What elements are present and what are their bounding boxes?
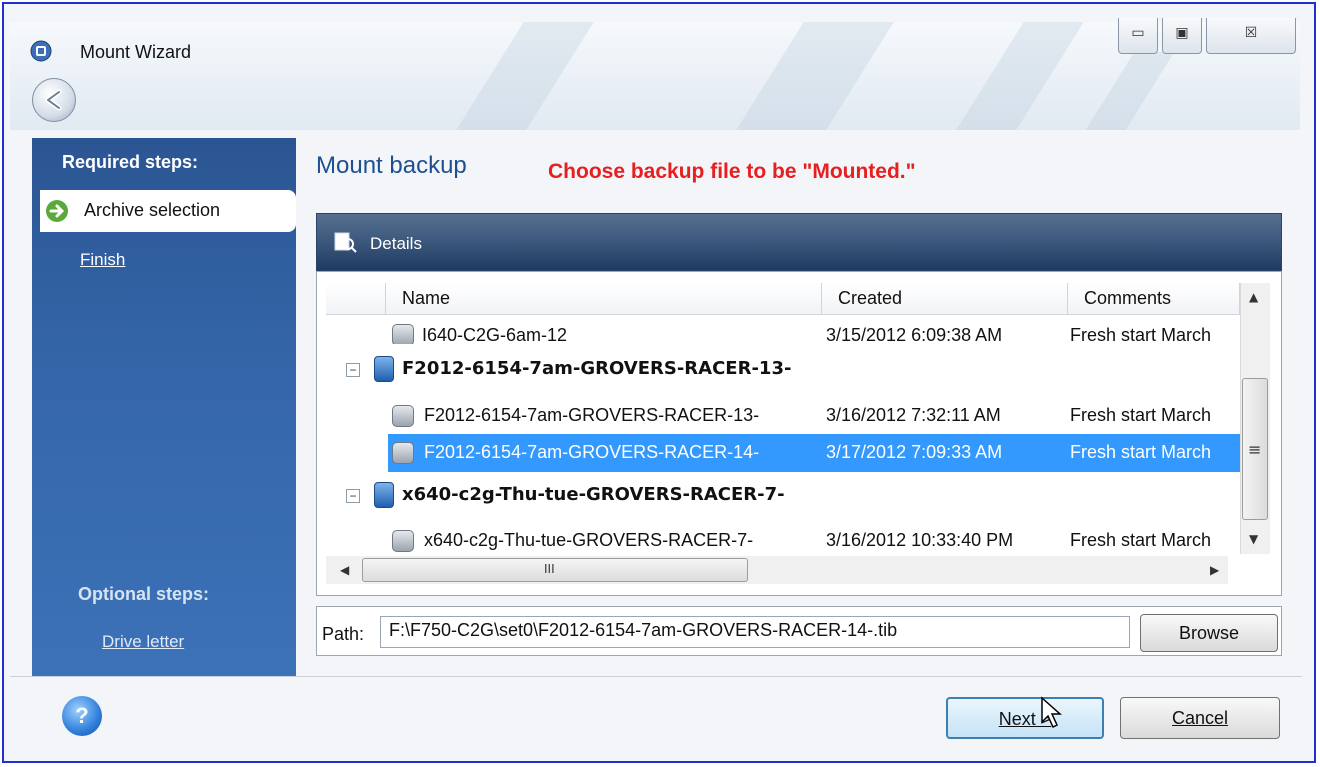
horizontal-scroll-thumb[interactable] — [362, 558, 748, 582]
backup-file-icon — [392, 405, 414, 427]
column-header-comments[interactable]: Comments — [1068, 283, 1240, 315]
title-bar — [10, 22, 1300, 130]
table-row[interactable]: F2012-6154-7am-GROVERS-RACER-13- 3/16/20… — [326, 398, 1240, 434]
row-comment: Fresh start March — [1070, 405, 1212, 425]
backup-file-icon — [392, 530, 414, 552]
row-created: 3/15/2012 6:09:38 AM — [826, 325, 1003, 344]
close-button[interactable]: ☒ — [1206, 18, 1296, 54]
cancel-button-label: Cancel — [1171, 708, 1229, 728]
scroll-grip-icon: III — [544, 562, 555, 576]
details-header-bar[interactable] — [316, 213, 1282, 271]
app-icon — [30, 40, 52, 62]
row-name: I640-C2G-6am-12 — [422, 325, 568, 344]
column-header-label: Created — [838, 288, 903, 308]
row-name: x640-c2g-Thu-tue-GROVERS-RACER-7- — [424, 530, 754, 550]
cancel-button[interactable]: Cancel — [1120, 697, 1280, 739]
footer-divider — [10, 676, 1302, 677]
row-name: F2012-6154-7am-GROVERS-RACER-13- — [424, 405, 760, 425]
close-icon: ☒ — [1244, 25, 1258, 41]
row-created: 3/16/2012 10:33:40 PM — [826, 530, 1014, 550]
row-created: 3/17/2012 7:09:33 AM — [826, 442, 1003, 462]
column-header-label: Comments — [1084, 288, 1172, 308]
path-input[interactable]: F:\F750-C2G\set0\F2012-6154-7am-GROVERS-… — [380, 616, 1130, 648]
path-label: Path: — [322, 624, 365, 644]
details-label: Details — [370, 234, 422, 253]
back-button[interactable] — [32, 78, 76, 122]
minimize-icon: ▭ — [1131, 25, 1145, 41]
collapse-icon[interactable]: − — [346, 363, 360, 377]
scroll-left-icon[interactable]: ◀ — [340, 563, 349, 577]
row-comment: Fresh start March — [1070, 530, 1212, 550]
title-decoration — [736, 22, 894, 130]
required-steps-header: Required steps: — [62, 152, 199, 172]
backup-file-icon — [392, 442, 414, 464]
page-title: Mount backup — [316, 152, 467, 179]
scroll-right-icon[interactable]: ▶ — [1210, 563, 1219, 577]
column-header-created[interactable]: Created — [822, 283, 1068, 315]
table-row[interactable]: x640-c2g-Thu-tue-GROVERS-RACER-7- 3/16/2… — [326, 524, 1240, 556]
back-arrow-icon — [45, 89, 62, 111]
table-row-group[interactable]: − F2012-6154-7am-GROVERS-RACER-13- — [326, 350, 1240, 388]
maximize-icon: ▣ — [1175, 25, 1189, 41]
table-row[interactable]: I640-C2G-6am-12 3/15/2012 6:09:38 AM Fre… — [326, 316, 1240, 344]
backup-file-icon — [392, 324, 414, 344]
maximize-button[interactable]: ▣ — [1162, 18, 1202, 54]
row-created: 3/16/2012 7:32:11 AM — [826, 405, 1001, 425]
optional-steps-header: Optional steps: — [78, 584, 210, 604]
mouse-cursor-icon — [1041, 696, 1062, 729]
row-comment: Fresh start March — [1070, 442, 1212, 462]
sidebar-item-finish[interactable]: Finish — [80, 250, 125, 270]
details-icon — [334, 232, 357, 253]
column-header-spacer — [326, 283, 386, 315]
table-row-group[interactable]: − x640-c2g-Thu-tue-GROVERS-RACER-7- — [326, 476, 1240, 514]
window-title: Mount Wizard — [80, 42, 192, 62]
row-name: F2012-6154-7am-GROVERS-RACER-14- — [424, 442, 760, 462]
browse-button[interactable]: Browse — [1140, 614, 1278, 652]
title-decoration — [1085, 52, 1175, 130]
next-button[interactable]: Next > — [946, 697, 1104, 739]
archive-icon — [374, 482, 394, 508]
column-header-label: Name — [402, 288, 451, 308]
group-name: F2012-6154-7am-GROVERS-RACER-13- — [402, 358, 792, 379]
collapse-icon[interactable]: − — [346, 489, 360, 503]
help-icon[interactable]: ? — [62, 696, 102, 736]
table-row[interactable]: F2012-6154-7am-GROVERS-RACER-14- 3/17/20… — [326, 434, 1240, 472]
group-name: x640-c2g-Thu-tue-GROVERS-RACER-7- — [402, 484, 785, 505]
title-decoration — [456, 22, 594, 130]
scroll-grip-icon: ≡ — [1248, 440, 1262, 459]
archive-icon — [374, 356, 394, 382]
sidebar-item-label: Archive selection — [84, 200, 221, 220]
scroll-up-icon[interactable]: ▲ — [1249, 290, 1258, 304]
minimize-button[interactable]: ▭ — [1118, 18, 1158, 54]
column-header-name[interactable]: Name — [386, 283, 822, 315]
instruction-annotation: Choose backup file to be "Mounted." — [548, 160, 916, 183]
scroll-down-icon[interactable]: ▼ — [1249, 532, 1258, 546]
sidebar-item-drive-letter[interactable]: Drive letter — [102, 632, 184, 652]
current-step-arrow-icon — [46, 200, 68, 222]
title-decoration — [956, 22, 1084, 130]
row-comment: Fresh start March — [1070, 325, 1212, 344]
